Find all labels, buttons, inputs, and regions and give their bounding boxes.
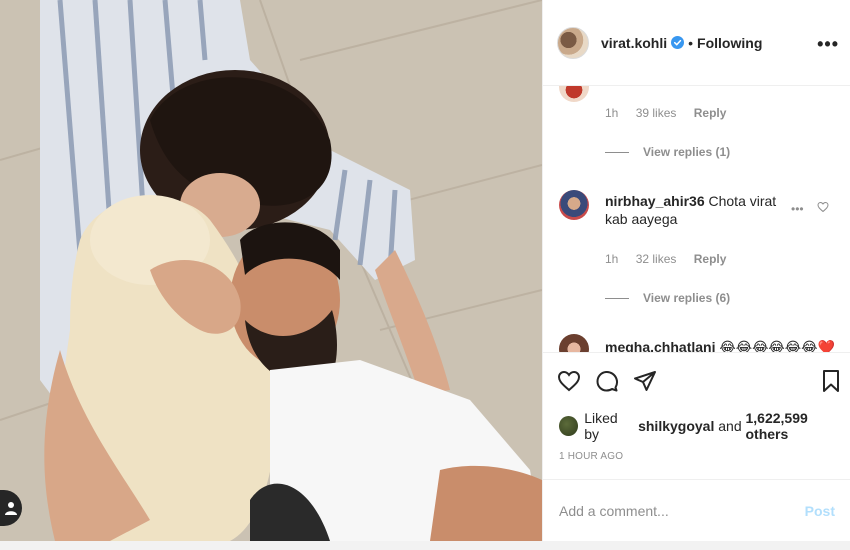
comment-meta: 1h 39 likes Reply — [605, 106, 740, 120]
comment-username[interactable]: nirbhay_ahir36 — [605, 193, 705, 209]
avatar[interactable] — [557, 26, 589, 59]
liked-by-and: and — [718, 418, 742, 434]
heart-icon[interactable] — [557, 369, 581, 393]
view-replies-label: View replies (1) — [643, 145, 731, 159]
comment-time: 1h — [605, 252, 619, 266]
action-bar — [543, 352, 850, 414]
view-replies-button[interactable]: View replies (1) — [605, 145, 730, 159]
username-link[interactable]: virat.kohli — [601, 35, 667, 51]
bookmark-icon[interactable] — [819, 369, 843, 393]
comment-time: 1h — [605, 106, 619, 120]
verified-icon — [671, 36, 685, 49]
add-comment-bar: Add a comment... Post — [543, 479, 850, 541]
comment-likes[interactable]: 39 likes — [636, 106, 677, 120]
comment-more-button[interactable]: ••• — [791, 202, 804, 216]
page-bottom-strip — [0, 541, 850, 550]
comment-username[interactable]: megha.chhatlani — [605, 339, 715, 352]
separator-dot: • — [688, 34, 694, 51]
post-comment-button[interactable]: Post — [805, 503, 835, 519]
comment-text: megha.chhatlani 😂😂😂😂😂😂❤️ — [605, 338, 835, 352]
reply-button[interactable]: Reply — [694, 106, 727, 120]
replies-divider — [605, 151, 629, 153]
comment-icon[interactable] — [595, 369, 619, 393]
liked-by-prefix: Liked by — [584, 410, 618, 442]
post-sidebar: virat.kohli • Following ••• 1h 39 likes … — [542, 0, 850, 541]
liker-username[interactable]: shilkygoyal — [638, 418, 714, 434]
comment-input[interactable]: Add a comment... — [559, 503, 805, 519]
comment-body: 😂😂😂😂😂😂❤️ — [719, 339, 835, 352]
likes-count-link[interactable]: 1,622,599 others — [746, 410, 850, 442]
comment-likes[interactable]: 32 likes — [636, 252, 677, 266]
comments-list: 1h 39 likes Reply View replies (1) nirbh… — [543, 86, 850, 352]
instagram-post: virat.kohli • Following ••• 1h 39 likes … — [0, 0, 850, 541]
comment-avatar[interactable] — [559, 334, 589, 352]
post-photo[interactable] — [0, 0, 542, 541]
view-replies-button[interactable]: View replies (6) — [605, 291, 730, 305]
photo-illustration — [0, 0, 542, 541]
following-button[interactable]: Following — [697, 35, 762, 51]
comment-heart-icon[interactable] — [817, 201, 829, 213]
comment-avatar[interactable] — [559, 190, 589, 220]
comment-avatar[interactable] — [559, 86, 589, 102]
comment-text: nirbhay_ahir36 Chota virat kab aayega — [605, 192, 790, 228]
replies-divider — [605, 297, 629, 299]
post-header: virat.kohli • Following ••• — [543, 0, 850, 86]
reply-button[interactable]: Reply — [694, 252, 727, 266]
view-replies-label: View replies (6) — [643, 291, 731, 305]
more-options-button[interactable]: ••• — [817, 34, 839, 55]
likes-summary: Liked by shilkygoyal and 1,622,599 other… — [559, 410, 850, 442]
share-icon[interactable] — [633, 369, 657, 393]
liker-avatar[interactable] — [559, 416, 579, 436]
post-timestamp[interactable]: 1 HOUR AGO — [559, 451, 623, 462]
comment-meta: 1h 32 likes Reply — [605, 252, 740, 266]
